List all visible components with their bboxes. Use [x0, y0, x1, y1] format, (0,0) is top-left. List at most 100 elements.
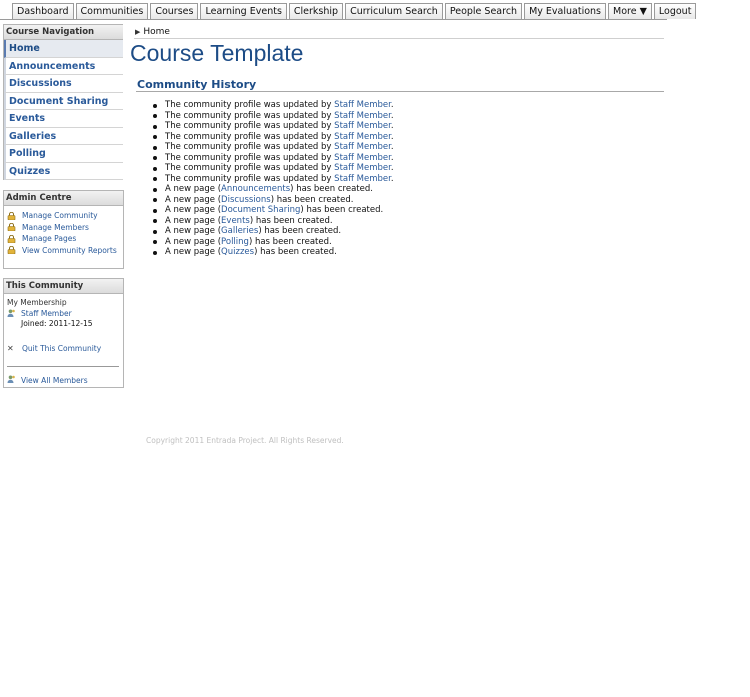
admin-link-row: Manage Community — [7, 210, 123, 222]
history-text: A new page ( — [165, 184, 222, 194]
sidebar-item-events[interactable]: Events — [4, 110, 123, 128]
history-link[interactable]: Document Sharing — [221, 205, 300, 215]
sidebar-item-galleries[interactable]: Galleries — [4, 127, 123, 145]
history-link[interactable]: Staff Member — [334, 121, 391, 131]
manage-pages-link[interactable]: Manage Pages — [22, 234, 76, 243]
breadcrumb-home[interactable]: Home — [143, 27, 170, 37]
history-text: A new page ( — [165, 236, 222, 247]
joined-date: Joined: 2011-12-15 — [21, 319, 93, 328]
history-link[interactable]: Discussions — [221, 195, 271, 205]
history-link[interactable]: Staff Member — [334, 153, 391, 163]
user-icon — [7, 309, 16, 319]
tab-clerkship[interactable]: Clerkship — [288, 3, 344, 19]
history-text-suffix: ) has been created. — [270, 194, 354, 205]
history-text-suffix: . — [390, 100, 394, 110]
view-all-members-link[interactable]: View All Members — [21, 376, 88, 385]
history-item: A new page (Document Sharing) has been c… — [153, 205, 394, 216]
history-link[interactable]: Staff Member — [334, 174, 391, 184]
history-text: The community profile was updated by — [165, 152, 335, 163]
tab-curriculum-search[interactable]: Curriculum Search — [345, 3, 443, 19]
top-navigation-divider — [0, 19, 667, 20]
tab-more-dropdown[interactable]: More ▼ — [608, 3, 652, 19]
history-text: The community profile was updated by — [165, 110, 335, 121]
history-item: The community profile was updated by Sta… — [153, 131, 394, 143]
lock-icon — [7, 246, 16, 255]
section-divider — [136, 91, 664, 92]
tab-courses[interactable]: Courses — [150, 3, 199, 19]
lock-icon — [7, 211, 16, 220]
sidebar-item-discussions[interactable]: Discussions — [4, 75, 123, 93]
history-text-suffix: ) has been created. — [290, 184, 373, 194]
quit-community-link[interactable]: Quit This Community — [22, 344, 101, 353]
tab-communities[interactable]: Communities — [75, 3, 149, 19]
history-text-suffix: ) has been created. — [300, 205, 384, 215]
history-text-suffix: . — [390, 173, 394, 184]
breadcrumb-divider — [134, 38, 664, 39]
history-text-suffix: . — [390, 110, 394, 121]
history-link[interactable]: Staff Member — [334, 142, 391, 152]
history-text-suffix: ) has been created. — [258, 226, 342, 236]
sidebar-item-home[interactable]: Home — [4, 40, 123, 58]
tab-my-evaluations[interactable]: My Evaluations — [524, 3, 606, 19]
history-item: The community profile was updated by Sta… — [153, 173, 394, 185]
history-text: A new page ( — [165, 215, 222, 226]
history-link[interactable]: Quizzes — [221, 247, 254, 257]
history-item: The community profile was updated by Sta… — [153, 142, 394, 153]
course-navigation-panel: Course Navigation Home Announcements Dis… — [3, 24, 123, 180]
admin-centre-panel: Admin Centre Manage Community Manage Mem… — [3, 190, 124, 269]
history-text-suffix: . — [390, 121, 394, 131]
history-text: The community profile was updated by — [165, 163, 335, 173]
history-item: The community profile was updated by Sta… — [153, 163, 394, 174]
history-text: The community profile was updated by — [165, 121, 335, 131]
history-text-suffix: ) has been created. — [248, 236, 332, 247]
history-link[interactable]: Galleries — [221, 226, 258, 236]
history-link[interactable]: Staff Member — [334, 100, 391, 110]
sidebar-item-announcements[interactable]: Announcements — [4, 57, 123, 75]
sidebar-item-document-sharing[interactable]: Document Sharing — [4, 92, 123, 110]
history-item: The community profile was updated by Sta… — [153, 121, 394, 132]
history-text: The community profile was updated by — [165, 100, 335, 110]
triangle-right-icon: ▶ — [135, 28, 141, 36]
history-text-suffix: ) has been created. — [254, 247, 337, 257]
history-link[interactable]: Staff Member — [334, 111, 391, 121]
history-text: The community profile was updated by — [165, 173, 335, 184]
course-navigation-heading: Course Navigation — [4, 25, 123, 40]
admin-link-row: View Community Reports — [7, 245, 123, 257]
history-text: The community profile was updated by — [165, 131, 335, 142]
admin-link-row: Manage Members — [7, 222, 123, 234]
manage-members-link[interactable]: Manage Members — [22, 223, 89, 232]
history-item: A new page (Discussions) has been create… — [153, 194, 394, 206]
history-text: A new page ( — [165, 226, 222, 236]
tab-people-search[interactable]: People Search — [444, 3, 523, 19]
lock-icon — [7, 223, 16, 232]
history-item: A new page (Events) has been created. — [153, 215, 394, 227]
history-item: A new page (Galleries) has been created. — [153, 226, 394, 237]
close-icon: ✕ — [7, 344, 14, 353]
copyright-text: Copyright 2011 Entrada Project. All Righ… — [146, 436, 344, 445]
history-link[interactable]: Staff Member — [334, 163, 391, 173]
tab-dashboard[interactable]: Dashboard — [12, 3, 74, 19]
history-link[interactable]: Polling — [221, 237, 249, 247]
history-link[interactable]: Staff Member — [334, 132, 391, 142]
tab-learning-events[interactable]: Learning Events — [200, 3, 287, 19]
history-text-suffix: . — [390, 163, 394, 173]
history-text-suffix: . — [390, 131, 394, 142]
history-item: A new page (Polling) has been created. — [153, 236, 394, 248]
sidebar-item-polling[interactable]: Polling — [4, 145, 123, 163]
history-link[interactable]: Events — [221, 216, 250, 226]
history-text: A new page ( — [165, 205, 222, 215]
tab-logout[interactable]: Logout — [653, 3, 697, 19]
history-link[interactable]: Announcements — [221, 184, 290, 194]
community-history-list: The community profile was updated by Sta… — [153, 100, 394, 258]
admin-link-row: Manage Pages — [7, 233, 123, 245]
breadcrumb: ▶ Home — [135, 27, 170, 37]
sidebar-item-quizzes[interactable]: Quizzes — [4, 162, 123, 180]
manage-community-link[interactable]: Manage Community — [22, 211, 98, 220]
history-text-suffix: ) has been created. — [249, 215, 333, 226]
member-name-link[interactable]: Staff Member — [21, 309, 72, 319]
view-community-reports-link[interactable]: View Community Reports — [22, 246, 117, 255]
page-title: Course Template — [130, 40, 304, 66]
history-text: The community profile was updated by — [165, 142, 335, 152]
history-text: A new page ( — [165, 247, 222, 257]
history-text-suffix: . — [390, 142, 394, 152]
